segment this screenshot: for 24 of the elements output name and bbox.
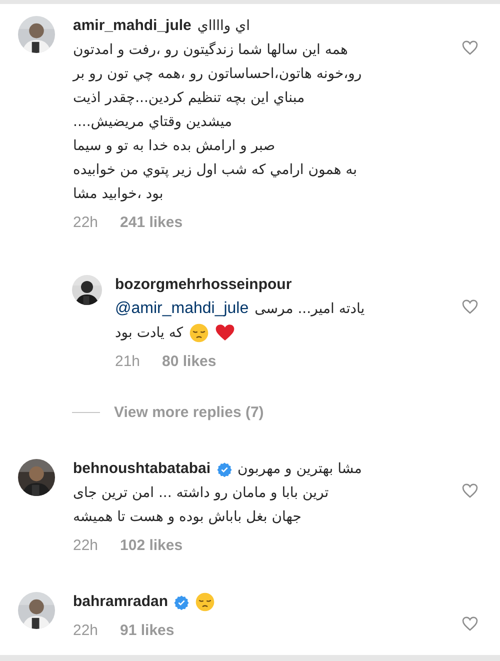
like-icon[interactable]: [462, 483, 478, 499]
timestamp: 21h: [115, 353, 140, 370]
username[interactable]: behnoushtabatabai: [73, 457, 211, 481]
like-icon[interactable]: [462, 616, 478, 632]
comment-text: ترین بابا و مامان رو داشته ... امن ترین جای جهان بغل باباش بوده و هست تا همیشه: [73, 484, 330, 527]
comment-text: اي وااااي: [197, 17, 250, 36]
mention-link[interactable]: @amir_mahdi_jule: [115, 297, 249, 321]
pensive-face-icon: [189, 323, 210, 343]
username[interactable]: bozorgmehrhosseinpour: [115, 273, 292, 297]
username[interactable]: amir_mahdi_jule: [73, 14, 192, 38]
verified-badge-icon: [174, 594, 190, 610]
comment-text: یادته امیر... مرسی: [254, 300, 365, 319]
timestamp: 22h: [73, 214, 98, 231]
like-icon[interactable]: [462, 40, 478, 56]
verified-badge-icon: [216, 462, 232, 476]
timestamp: 22h: [73, 622, 98, 639]
heart-icon: [215, 323, 236, 343]
like-icon[interactable]: [462, 299, 478, 315]
timestamp: 22h: [73, 537, 98, 554]
username[interactable]: bahramradan: [73, 590, 168, 614]
comment-text: همه این سالها شما زندگیتون رو ،رفت و امدتون رو،خونه هاتون،احساساتون رو ،همه چي تون رو بر مبناي این بچه تنظیم کردین...چقدر اذیت میشدین وقتاي مریضیش.... صبر و ارامش بده خدا به تو و سیما به همون ارامي که شب اول زیر پتوي من خوابیده بود ،خوابید مشا: [73, 40, 363, 204]
comment-text: مشا بهترین و مهربون: [238, 460, 362, 479]
pensive-face-icon: [195, 592, 216, 612]
comment-text: که یادت بود: [115, 324, 184, 343]
